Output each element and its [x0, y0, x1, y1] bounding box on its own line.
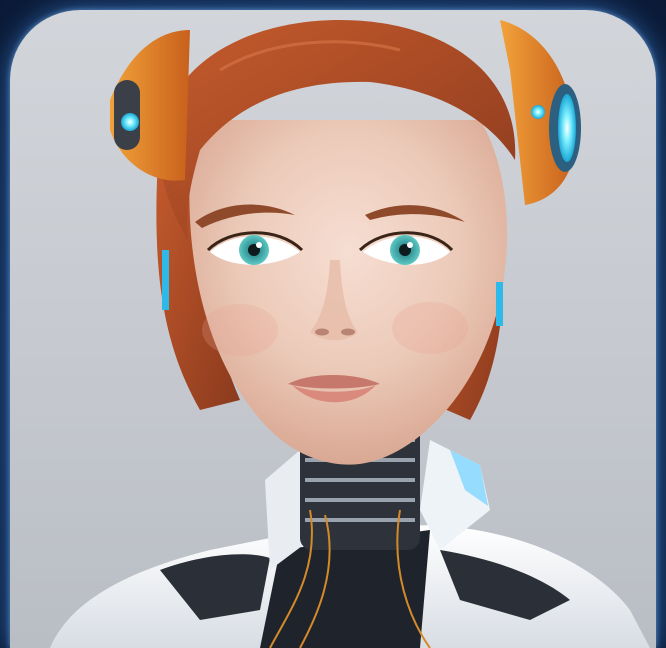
portrait-frame: [10, 10, 656, 648]
android-portrait-image: [10, 10, 656, 648]
